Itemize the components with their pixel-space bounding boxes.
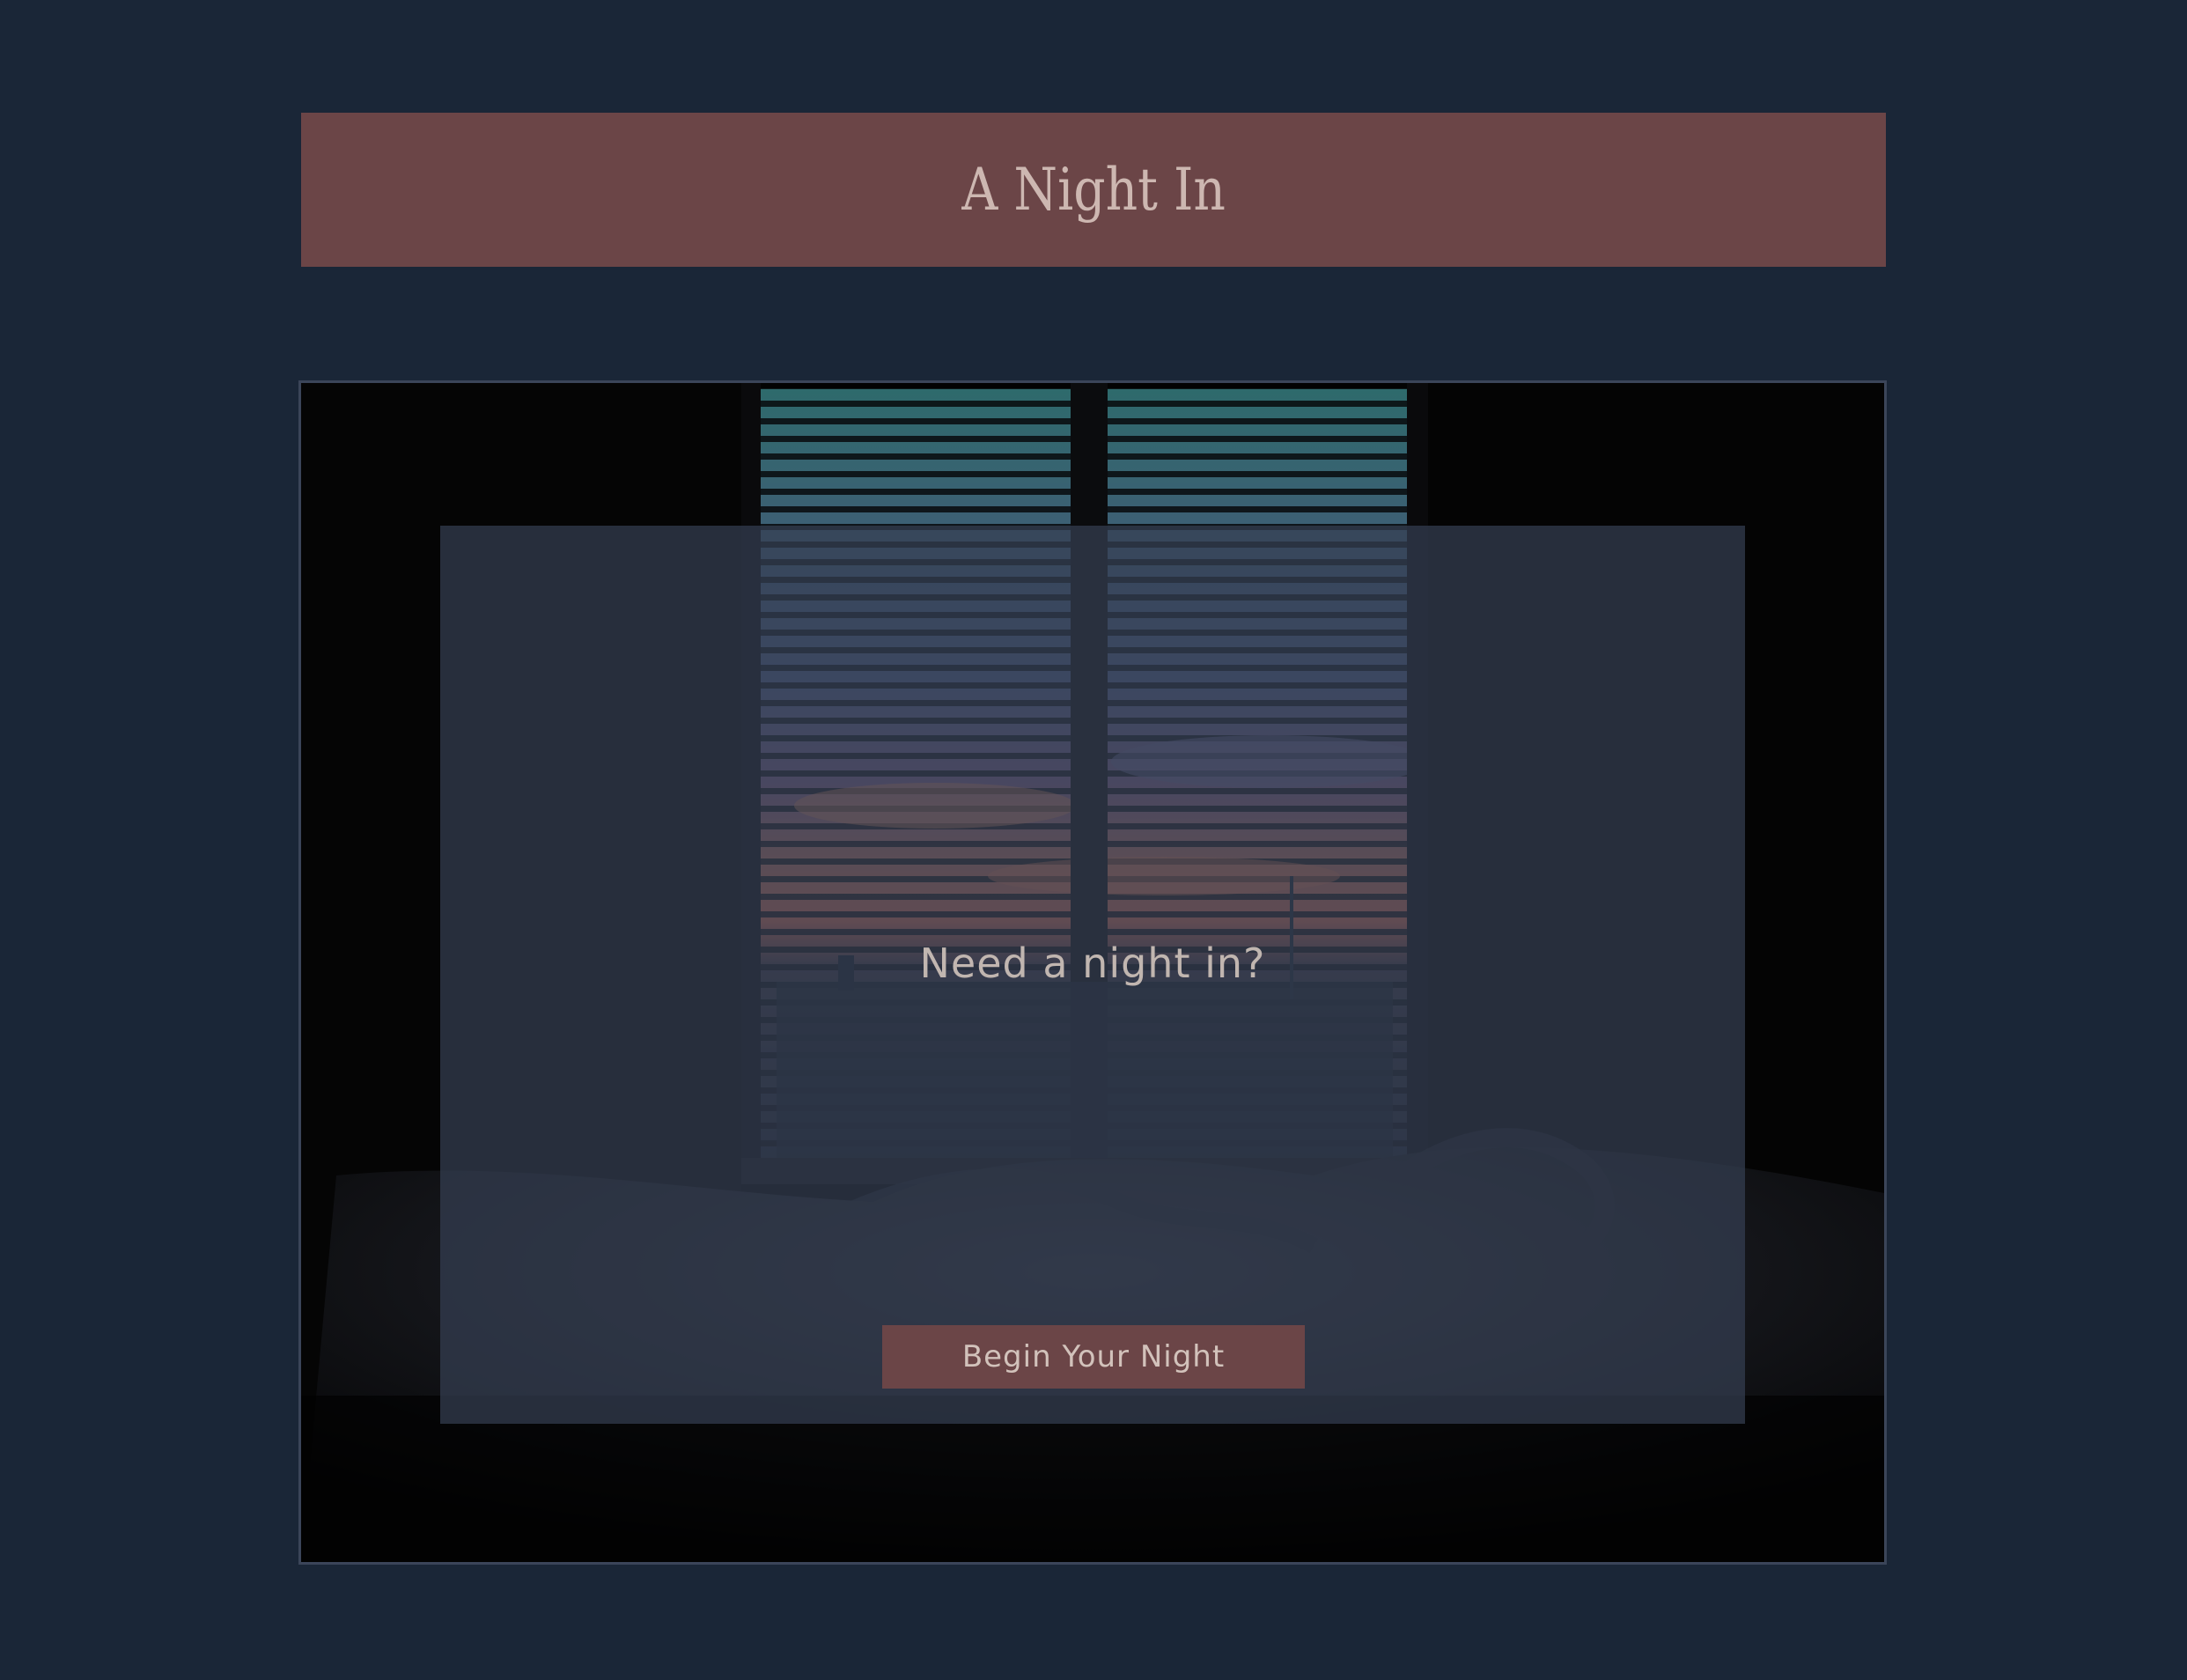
site-title: A Night In bbox=[961, 156, 1226, 224]
hero-section: Need a night in? Begin Your Night bbox=[298, 380, 1887, 1565]
hero-card: Need a night in? Begin Your Night bbox=[440, 526, 1745, 1424]
site-header: A Night In bbox=[301, 113, 1886, 267]
begin-your-night-button[interactable]: Begin Your Night bbox=[882, 1325, 1305, 1389]
hero-tagline: Need a night in? bbox=[919, 939, 1266, 987]
